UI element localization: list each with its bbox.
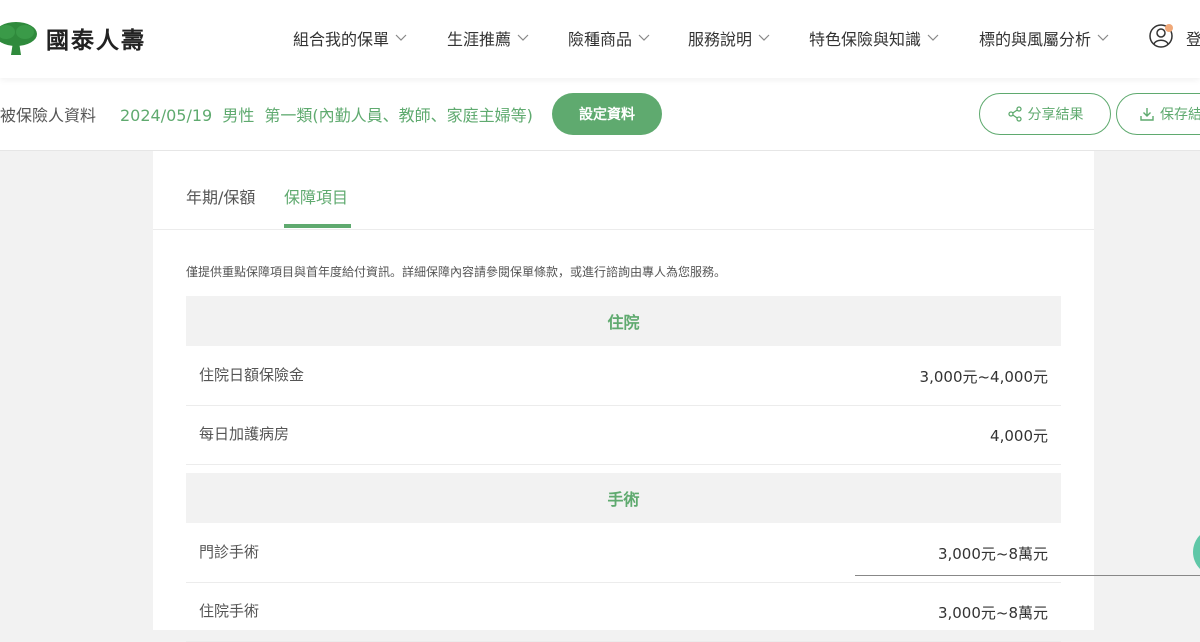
tree-logo-icon [0, 22, 37, 55]
user-account-button[interactable] [1148, 22, 1176, 54]
coverage-notice: 僅提供重點保障項目與首年度給付資訊。詳細保障內容請參閱保單條款，或進行諮詢由專人… [186, 265, 727, 279]
chevron-down-icon [758, 34, 770, 41]
nav-item-label: 險種商品 [568, 30, 633, 49]
insured-info-values: 2024/05/19 男性 第一類(內勤人員、教師、家庭主婦等) [120, 102, 538, 126]
active-tab-indicator [284, 224, 351, 228]
section-header-hospitalization: 住院 [186, 296, 1061, 346]
coverage-item-name: 門診手術 [199, 543, 260, 561]
brand-name: 國泰人壽 [46, 27, 146, 54]
coverage-item-name: 住院日額保險金 [199, 366, 305, 384]
share-result-label: 分享結果 [1027, 107, 1084, 123]
login-link[interactable]: 登入 [1186, 26, 1200, 50]
insured-info-label: 被保險人資料 [0, 106, 97, 125]
brand-logo[interactable]: 國泰人壽 [0, 20, 146, 56]
nav-item-label: 組合我的保單 [293, 30, 390, 49]
gender: 男性 [222, 106, 255, 125]
floating-divider [855, 575, 1200, 576]
chevron-down-icon [638, 34, 650, 41]
share-icon [1007, 106, 1022, 122]
coverage-item-name: 住院手術 [199, 602, 260, 620]
chevron-down-icon [927, 34, 939, 41]
coverage-item-value: 3,000元~4,000元 [919, 368, 1048, 386]
nav-item-label: 生涯推薦 [447, 30, 512, 49]
nav-item-risk-analysis[interactable]: 標的與風屬分析 [979, 26, 1109, 50]
birth-date: 2024/05/19 [120, 106, 213, 125]
nav-item-label: 特色保險與知識 [809, 30, 922, 49]
coverage-tabs: 年期/保額 保障項目 [153, 170, 1094, 230]
table-row: 住院日額保險金 3,000元~4,000元 [186, 346, 1061, 406]
user-icon [1149, 24, 1173, 48]
nav-item-service[interactable]: 服務說明 [688, 26, 770, 50]
tab-coverage-items[interactable]: 保障項目 [284, 184, 348, 208]
chevron-down-icon [1097, 34, 1109, 41]
top-navigation: 國泰人壽 組合我的保單 生涯推薦 險種商品 服務說明 特色保險與知識 標的與風屬… [0, 0, 1200, 78]
nav-item-label: 標的與風屬分析 [979, 30, 1092, 49]
chevron-down-icon [517, 34, 529, 41]
occupation-class: 第一類(內勤人員、教師、家庭主婦等) [264, 106, 533, 125]
coverage-card: 年期/保額 保障項目 僅提供重點保障項目與首年度給付資訊。詳細保障內容請參閱保單… [153, 130, 1094, 642]
coverage-item-value: 4,000元 [990, 427, 1048, 445]
section-title: 手術 [607, 490, 640, 509]
section-header-surgery: 手術 [186, 473, 1061, 523]
floating-chat-button[interactable] [1193, 528, 1200, 576]
section-title: 住院 [607, 313, 640, 332]
coverage-item-value: 3,000元~8萬元 [937, 545, 1048, 563]
insured-profile-bar: 被保險人資料 2024/05/19 男性 第一類(內勤人員、教師、家庭主婦等) … [0, 78, 1200, 151]
save-result-label: 保存結果 [1160, 107, 1200, 123]
share-result-button[interactable]: 分享結果 [979, 93, 1111, 135]
chevron-down-icon [395, 34, 407, 41]
nav-item-portfolio[interactable]: 組合我的保單 [293, 26, 407, 50]
table-row: 住院手術 3,000元~8萬元 [186, 582, 1061, 642]
coverage-item-name: 每日加護病房 [199, 425, 290, 443]
tab-term-amount[interactable]: 年期/保額 [186, 184, 255, 208]
set-profile-button[interactable]: 設定資料 [552, 93, 662, 135]
nav-item-products[interactable]: 險種商品 [568, 26, 650, 50]
download-icon [1140, 108, 1154, 121]
table-row: 每日加護病房 4,000元 [186, 405, 1061, 465]
nav-item-label: 服務說明 [688, 30, 753, 49]
table-row: 門診手術 3,000元~8萬元 [186, 523, 1061, 583]
nav-item-life-stage[interactable]: 生涯推薦 [447, 26, 529, 50]
coverage-item-value: 3,000元~8萬元 [937, 604, 1048, 622]
save-result-button[interactable]: 保存結果 [1116, 93, 1200, 135]
nav-item-knowledge[interactable]: 特色保險與知識 [809, 26, 939, 50]
